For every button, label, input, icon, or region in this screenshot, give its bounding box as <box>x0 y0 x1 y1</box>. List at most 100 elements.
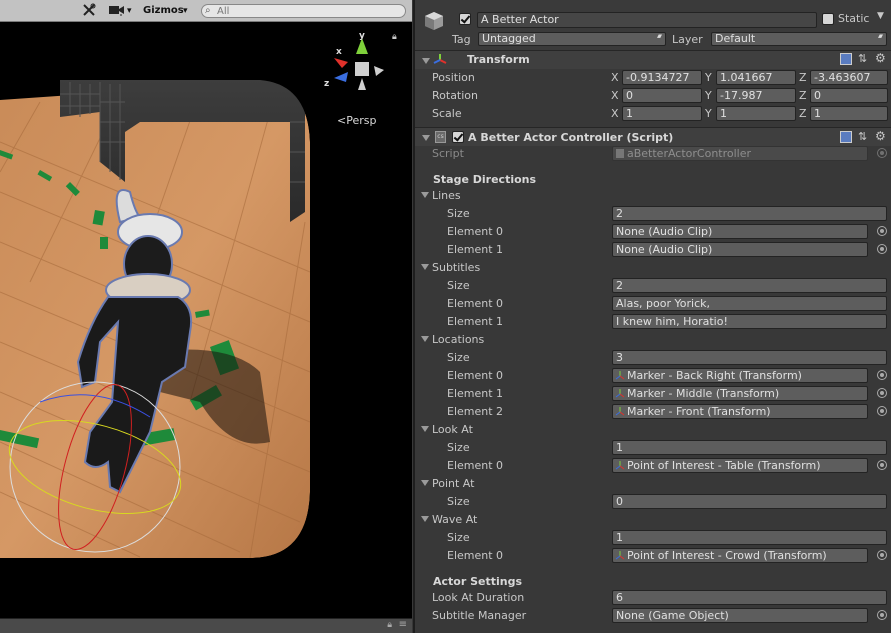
help-icon[interactable] <box>840 53 852 65</box>
locations-element-0-picker-icon[interactable] <box>877 370 887 380</box>
lines-element-0-field[interactable]: None (Audio Clip) <box>612 224 868 239</box>
locations-element-1-picker-icon[interactable] <box>877 388 887 398</box>
position-y-label: Y <box>705 71 712 84</box>
scene-search-input[interactable]: ⌕ All <box>201 4 406 18</box>
look-at-element-0-field[interactable]: Point of Interest - Table (Transform) <box>612 458 868 473</box>
locations-element-0-field[interactable]: Marker - Back Right (Transform) <box>612 368 868 383</box>
point-at-size-field[interactable]: 0 <box>612 494 887 509</box>
scale-x-label: X <box>611 107 619 120</box>
scene-view[interactable]: ▾ Gizmos ▾ ⌕ All y x z 🔒︎ <Persp 🔒︎ ≡ <box>0 0 412 633</box>
bottom-lock-icon[interactable]: 🔒︎ <box>387 620 392 630</box>
persp-label[interactable]: <Persp <box>337 114 376 127</box>
subtitles-element-0-field[interactable]: Alas, poor Yorick, <box>612 296 887 311</box>
locations-element-0-label: Element 0 <box>447 369 504 382</box>
subtitles-foldout-icon[interactable] <box>421 264 429 270</box>
script-label: Script <box>432 147 464 160</box>
gizmos-dropdown-icon[interactable]: ▾ <box>183 3 188 19</box>
locations-element-2-picker-icon[interactable] <box>877 406 887 416</box>
search-icon: ⌕ <box>205 5 211 16</box>
position-z-field[interactable]: -3.463607 <box>810 70 888 85</box>
lines-element-1-label: Element 1 <box>447 243 504 256</box>
look-at-label[interactable]: Look At <box>432 423 473 436</box>
orientation-gizmo-icon[interactable]: y x z <box>322 32 392 102</box>
lines-label[interactable]: Lines <box>432 189 461 202</box>
rotation-z-field[interactable]: 0 <box>810 88 888 103</box>
bottom-menu-icon[interactable]: ≡ <box>399 619 407 630</box>
rotation-label: Rotation <box>432 89 479 102</box>
lock-icon[interactable]: 🔒︎ <box>392 32 397 42</box>
scale-z-field[interactable]: 1 <box>810 106 888 121</box>
settings-gear-icon[interactable]: ⚙ <box>875 51 886 65</box>
look-at-element-0-picker-icon[interactable] <box>877 460 887 470</box>
subtitle-manager-field[interactable]: None (Game Object) <box>612 608 868 623</box>
inspector-panel: A Better Actor Static ▼ Tag Untagged Lay… <box>413 0 891 633</box>
rotation-y-field[interactable]: -17.987 <box>716 88 796 103</box>
locations-element-2-label: Element 2 <box>447 405 504 418</box>
point-at-label[interactable]: Point At <box>432 477 474 490</box>
position-x-label: X <box>611 71 619 84</box>
locations-element-2-field[interactable]: Marker - Front (Transform) <box>612 404 868 419</box>
subtitle-manager-label: Subtitle Manager <box>432 609 527 622</box>
lines-element-0-picker-icon[interactable] <box>877 226 887 236</box>
locations-element-1-value: Marker - Middle (Transform) <box>627 387 780 400</box>
scene-viewport[interactable]: y x z 🔒︎ <Persp <box>0 22 412 618</box>
persp-arrow-icon: < <box>337 114 347 127</box>
lines-foldout-icon[interactable] <box>421 192 429 198</box>
static-label: Static <box>838 12 870 25</box>
transform-ref-icon <box>615 407 625 416</box>
tag-dropdown[interactable]: Untagged <box>478 32 666 46</box>
controller-foldout-icon[interactable] <box>422 135 430 141</box>
locations-size-label: Size <box>447 351 470 364</box>
tools-icon[interactable] <box>82 3 96 19</box>
axis-y-label: y <box>359 32 365 41</box>
subtitle-manager-picker-icon[interactable] <box>877 610 887 620</box>
wave-at-size-field[interactable]: 1 <box>612 530 887 545</box>
camera-icon[interactable] <box>108 3 126 19</box>
look-at-foldout-icon[interactable] <box>421 426 429 432</box>
look-at-size-field[interactable]: 1 <box>612 440 887 455</box>
active-checkbox[interactable] <box>459 13 471 25</box>
lines-size-label: Size <box>447 207 470 220</box>
position-x-field[interactable]: -0.9134727 <box>622 70 702 85</box>
controller-preset-icon[interactable]: ⇅ <box>858 130 867 143</box>
locations-size-field[interactable]: 3 <box>612 350 887 365</box>
locations-element-0-value: Marker - Back Right (Transform) <box>627 369 802 382</box>
subtitles-element-0-label: Element 0 <box>447 297 504 310</box>
gizmos-button[interactable]: Gizmos <box>143 3 184 19</box>
wave-at-element-0-value: Point of Interest - Crowd (Transform) <box>627 549 827 562</box>
camera-dropdown-icon[interactable]: ▾ <box>127 3 132 19</box>
lines-element-1-picker-icon[interactable] <box>877 244 887 254</box>
subtitles-size-field[interactable]: 2 <box>612 278 887 293</box>
wave-at-element-0-picker-icon[interactable] <box>877 550 887 560</box>
actor-settings-heading: Actor Settings <box>433 575 523 588</box>
search-placeholder: All <box>217 6 230 17</box>
transform-foldout-icon[interactable] <box>422 58 430 64</box>
controller-gear-icon[interactable]: ⚙ <box>875 129 886 143</box>
locations-foldout-icon[interactable] <box>421 336 429 342</box>
point-at-foldout-icon[interactable] <box>421 480 429 486</box>
rotation-x-field[interactable]: 0 <box>622 88 702 103</box>
layer-label: Layer <box>672 33 703 46</box>
controller-enabled-checkbox[interactable] <box>452 131 464 143</box>
static-checkbox[interactable] <box>822 13 834 25</box>
object-name-field[interactable]: A Better Actor <box>477 12 817 28</box>
subtitles-element-1-field[interactable]: I knew him, Horatio! <box>612 314 887 329</box>
look-at-duration-field[interactable]: 6 <box>612 590 887 605</box>
scene-bottom-bar: 🔒︎ ≡ <box>0 618 412 633</box>
lines-size-field[interactable]: 2 <box>612 206 887 221</box>
layer-dropdown[interactable]: Default <box>711 32 887 46</box>
wave-at-foldout-icon[interactable] <box>421 516 429 522</box>
lines-element-1-field[interactable]: None (Audio Clip) <box>612 242 868 257</box>
scene-toolbar: ▾ Gizmos ▾ ⌕ All <box>0 0 412 22</box>
locations-label[interactable]: Locations <box>432 333 484 346</box>
locations-element-1-field[interactable]: Marker - Middle (Transform) <box>612 386 868 401</box>
controller-help-icon[interactable] <box>840 131 852 143</box>
wave-at-element-0-field[interactable]: Point of Interest - Crowd (Transform) <box>612 548 868 563</box>
scale-y-field[interactable]: 1 <box>716 106 796 121</box>
subtitles-label[interactable]: Subtitles <box>432 261 480 274</box>
wave-at-label[interactable]: Wave At <box>432 513 477 526</box>
scale-x-field[interactable]: 1 <box>622 106 702 121</box>
position-y-field[interactable]: 1.041667 <box>716 70 796 85</box>
preset-icon[interactable]: ⇅ <box>858 52 867 65</box>
static-dropdown-icon[interactable]: ▼ <box>877 11 884 21</box>
